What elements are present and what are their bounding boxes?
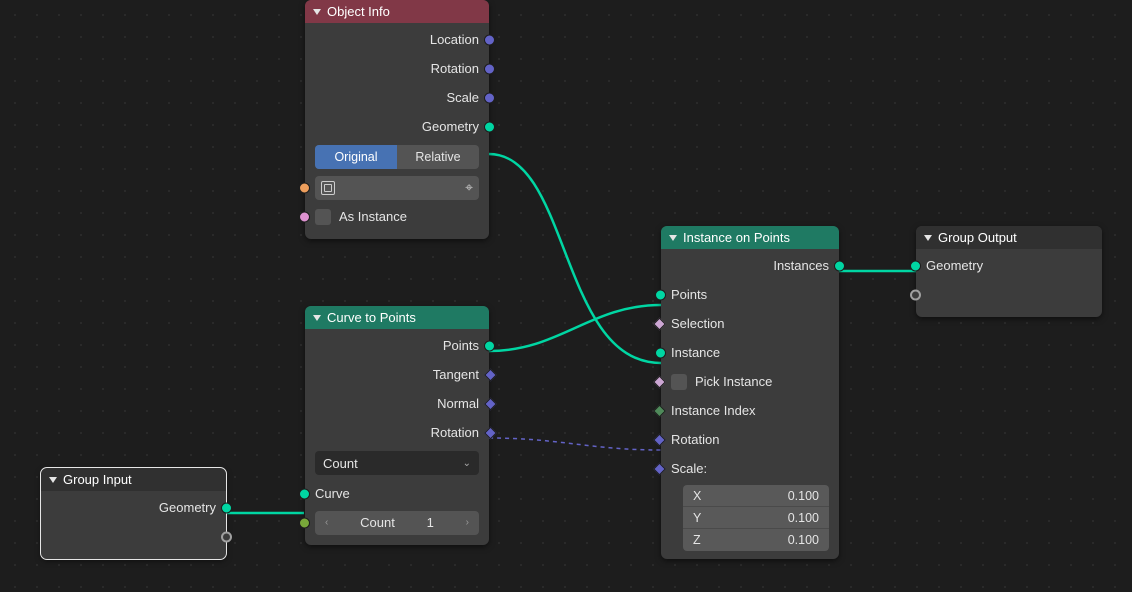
- output-geometry: Geometry: [41, 493, 226, 522]
- input-points: Points: [661, 280, 839, 309]
- socket-out-scale[interactable]: [484, 92, 495, 103]
- node-title: Instance on Points: [683, 230, 790, 245]
- count-field[interactable]: ‹ Count 1 ›: [315, 511, 479, 535]
- output-instances: Instances: [661, 251, 839, 280]
- object-input-row: ⌖: [305, 173, 489, 202]
- scale-z-field[interactable]: Z 0.100: [683, 529, 829, 551]
- node-title: Curve to Points: [327, 310, 416, 325]
- input-curve: Curve: [305, 479, 489, 508]
- socket-in-instance[interactable]: [655, 347, 666, 358]
- pick-instance-checkbox[interactable]: [671, 374, 687, 390]
- socket-out-instances[interactable]: [834, 260, 845, 271]
- node-header-group-output[interactable]: Group Output: [916, 226, 1102, 249]
- scale-values: X 0.100 Y 0.100 Z 0.100: [683, 485, 829, 551]
- input-instance: Instance: [661, 338, 839, 367]
- socket-out-location[interactable]: [484, 34, 495, 45]
- node-header-object-info[interactable]: Object Info: [305, 0, 489, 23]
- socket-out-rotation[interactable]: [484, 63, 495, 74]
- output-location: Location: [305, 25, 489, 54]
- node-object-info[interactable]: Object Info Location Rotation Scale Geom…: [305, 0, 489, 239]
- socket-in-count[interactable]: [299, 517, 310, 528]
- input-scale: Scale:: [661, 454, 839, 483]
- node-group-output[interactable]: Group Output Geometry: [916, 226, 1102, 317]
- increment-icon[interactable]: ›: [466, 517, 469, 528]
- node-header-instance-on-points[interactable]: Instance on Points: [661, 226, 839, 249]
- mode-relative-button[interactable]: Relative: [397, 145, 479, 169]
- socket-out-points[interactable]: [484, 340, 495, 351]
- object-picker-field[interactable]: ⌖: [315, 176, 479, 200]
- output-normal: Normal: [305, 389, 489, 418]
- input-virtual: [916, 280, 1102, 309]
- node-instance-on-points[interactable]: Instance on Points Instances Points Sele…: [661, 226, 839, 559]
- socket-in-curve[interactable]: [299, 488, 310, 499]
- socket-in-points[interactable]: [655, 289, 666, 300]
- chevron-down-icon: [313, 315, 321, 321]
- chevron-down-icon: ⌄: [463, 458, 471, 469]
- socket-in-virtual[interactable]: [910, 289, 921, 300]
- node-header-group-input[interactable]: Group Input: [41, 468, 226, 491]
- transform-mode-toggle[interactable]: Original Relative: [315, 145, 479, 169]
- as-instance-row: As Instance: [305, 202, 489, 231]
- chevron-down-icon: [49, 477, 57, 483]
- output-rotation: Rotation: [305, 54, 489, 83]
- node-title: Object Info: [327, 4, 390, 19]
- object-icon: [321, 181, 335, 195]
- chevron-down-icon: [669, 235, 677, 241]
- node-curve-to-points[interactable]: Curve to Points Points Tangent Normal Ro…: [305, 306, 489, 545]
- socket-out-virtual[interactable]: [221, 531, 232, 542]
- output-points: Points: [305, 331, 489, 360]
- input-count-row: ‹ Count 1 ›: [305, 508, 489, 537]
- output-rotation: Rotation: [305, 418, 489, 447]
- input-pick-instance: Pick Instance: [661, 367, 839, 396]
- decrement-icon[interactable]: ‹: [325, 517, 328, 528]
- output-virtual: [41, 522, 226, 551]
- input-instance-index: Instance Index: [661, 396, 839, 425]
- node-title: Group Output: [938, 230, 1017, 245]
- output-scale: Scale: [305, 83, 489, 112]
- chevron-down-icon: [313, 9, 321, 15]
- eyedropper-icon[interactable]: ⌖: [465, 179, 473, 196]
- socket-out-geometry[interactable]: [221, 502, 232, 513]
- socket-out-geometry[interactable]: [484, 121, 495, 132]
- input-geometry: Geometry: [916, 251, 1102, 280]
- chevron-down-icon: [924, 235, 932, 241]
- node-title: Group Input: [63, 472, 132, 487]
- input-rotation: Rotation: [661, 425, 839, 454]
- socket-in-as-instance[interactable]: [299, 211, 310, 222]
- mode-dropdown[interactable]: Count ⌄: [315, 451, 479, 475]
- scale-y-field[interactable]: Y 0.100: [683, 507, 829, 529]
- node-group-input[interactable]: Group Input Geometry: [41, 468, 226, 559]
- socket-in-geometry[interactable]: [910, 260, 921, 271]
- scale-x-field[interactable]: X 0.100: [683, 485, 829, 507]
- input-selection: Selection: [661, 309, 839, 338]
- node-header-curve-to-points[interactable]: Curve to Points: [305, 306, 489, 329]
- mode-original-button[interactable]: Original: [315, 145, 397, 169]
- as-instance-checkbox[interactable]: [315, 209, 331, 225]
- output-tangent: Tangent: [305, 360, 489, 389]
- socket-in-object[interactable]: [299, 182, 310, 193]
- output-geometry: Geometry: [305, 112, 489, 141]
